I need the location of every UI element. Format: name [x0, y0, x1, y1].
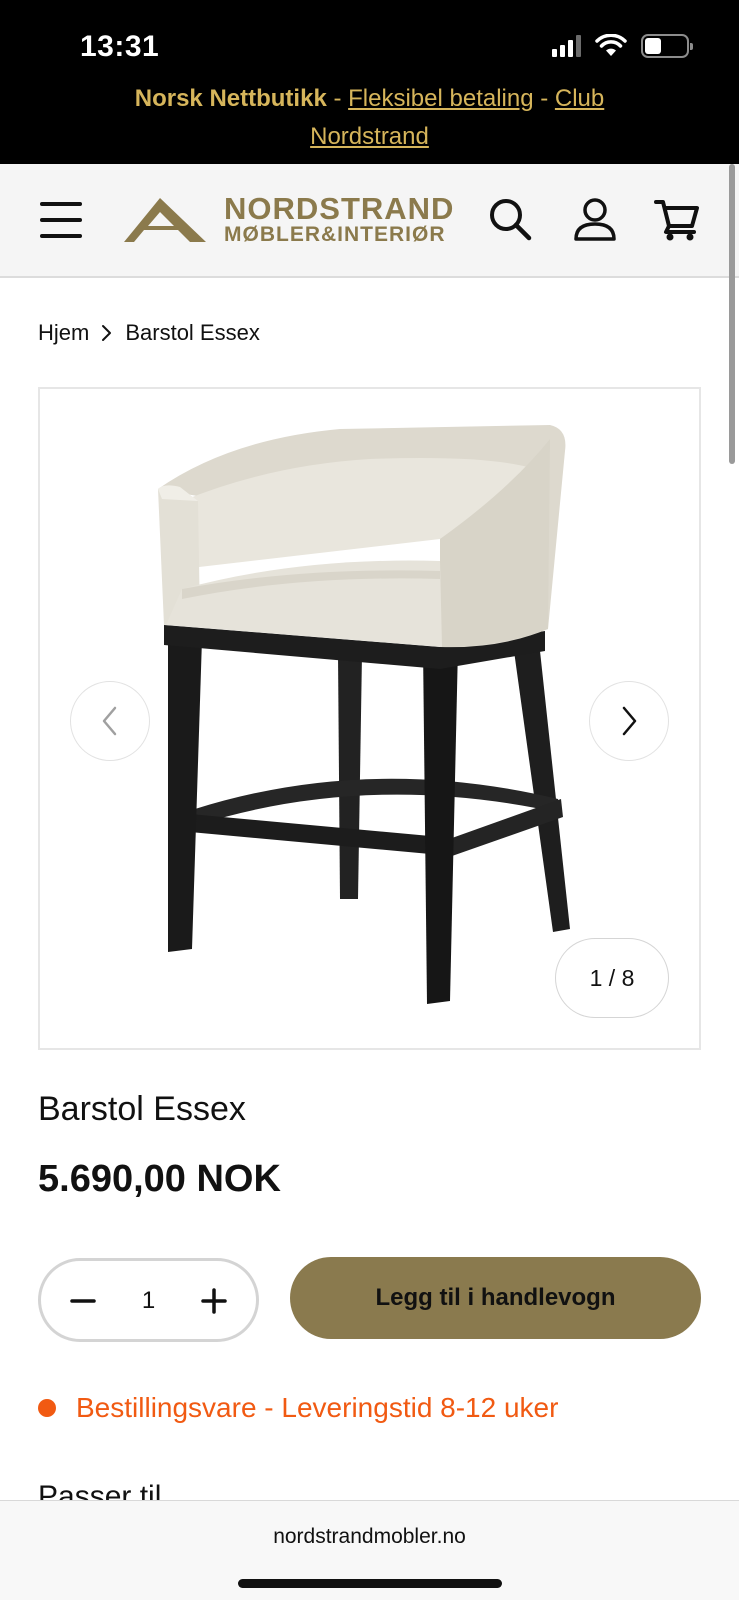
battery-icon	[641, 34, 693, 58]
breadcrumb: Hjem Barstol Essex	[38, 320, 260, 346]
browser-bar: nordstrandmobler.no	[0, 1500, 739, 1600]
flexible-payment-link[interactable]: Fleksibel betaling	[348, 85, 533, 112]
page-scrollbar[interactable]	[729, 164, 735, 464]
increase-quantity-button[interactable]	[194, 1281, 234, 1321]
announcement-separator: -	[326, 85, 349, 112]
chevron-right-icon	[622, 706, 637, 736]
address-bar[interactable]: nordstrandmobler.no	[0, 1525, 739, 1549]
site-header: NORDSTRAND MØBLER&INTERIØR	[0, 164, 739, 278]
logo-line2: MØBLER&INTERIØR	[224, 223, 446, 246]
search-icon[interactable]	[487, 196, 533, 242]
next-image-button[interactable]	[589, 681, 669, 761]
status-time: 13:31	[80, 30, 160, 63]
cart-icon[interactable]	[654, 196, 700, 242]
quantity-stepper: 1	[38, 1258, 259, 1342]
status-icons	[552, 34, 693, 58]
menu-icon[interactable]	[40, 202, 82, 238]
announcement-separator-2: -	[533, 85, 555, 112]
stock-status-text: Bestillingsvare - Leveringstid 8-12 uker	[76, 1392, 559, 1423]
brand-logo[interactable]: NORDSTRAND MØBLER&INTERIØR	[124, 192, 469, 246]
stock-status: Bestillingsvare - Leveringstid 8-12 uker	[38, 1392, 558, 1424]
announcement-bold: Norsk Nettbutikk	[134, 85, 327, 112]
account-icon[interactable]	[572, 196, 618, 242]
breadcrumb-home-link[interactable]: Hjem	[38, 320, 89, 346]
status-bar: 13:31	[0, 0, 739, 80]
battery-level	[645, 38, 661, 54]
announcement-bar: Norsk Nettbutikk - Fleksibel betaling - …	[0, 80, 739, 164]
logo-text: NORDSTRAND MØBLER&INTERIØR	[224, 191, 455, 246]
home-indicator[interactable]	[238, 1579, 502, 1588]
product-title: Barstol Essex	[38, 1090, 246, 1128]
wifi-icon	[595, 34, 627, 56]
product-price: 5.690,00 NOK	[38, 1158, 281, 1200]
logo-mark-icon	[124, 198, 206, 242]
cellular-signal-icon	[552, 35, 581, 57]
image-counter: 1 / 8	[555, 938, 669, 1018]
status-dot-icon	[38, 1399, 56, 1417]
chevron-left-icon	[102, 706, 117, 736]
add-to-cart-button[interactable]: Legg til i handlevogn	[290, 1257, 701, 1339]
logo-line1: NORDSTRAND	[224, 191, 455, 226]
product-gallery[interactable]: 1 / 8	[38, 387, 701, 1050]
plus-icon	[201, 1288, 227, 1314]
previous-image-button[interactable]	[70, 681, 150, 761]
chevron-right-icon	[102, 325, 112, 341]
breadcrumb-current: Barstol Essex	[125, 320, 260, 345]
